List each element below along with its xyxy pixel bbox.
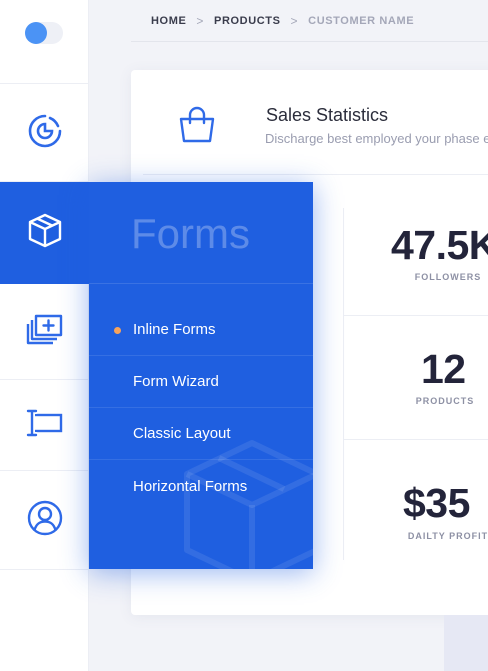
- toggle-knob: [25, 22, 47, 44]
- box-icon: [27, 212, 63, 253]
- chart-pie-icon: [26, 112, 64, 155]
- active-dot-icon: [114, 327, 121, 334]
- sidebar-item-forms[interactable]: [0, 182, 89, 284]
- sidebar-toggle[interactable]: [25, 22, 63, 44]
- stats-row-divider: [343, 439, 488, 440]
- flyout-title: Forms: [131, 210, 250, 257]
- background-panel: [444, 615, 488, 671]
- stat-products-value: 12: [421, 346, 466, 392]
- text-input-icon: [24, 408, 64, 443]
- sidebar-item-profile[interactable]: [0, 472, 89, 570]
- stat-followers-value: 47.5K: [391, 222, 488, 268]
- stats-divider: [343, 208, 344, 560]
- breadcrumb-current: CUSTOMER NAME: [308, 14, 415, 27]
- breadcrumb-home[interactable]: HOME: [151, 15, 186, 27]
- sidebar: [0, 0, 89, 671]
- stat-followers-label: FOLLOWERS: [414, 272, 482, 282]
- menu-item-label: Horizontal Forms: [133, 477, 248, 495]
- card-title: Sales Statistics: [266, 105, 389, 125]
- menu-item-inline-forms[interactable]: Inline Forms: [89, 304, 313, 356]
- breadcrumb-separator: >: [290, 13, 299, 28]
- menu-item-horizontal-forms[interactable]: Horizontal Forms: [89, 460, 313, 512]
- breadcrumb-separator: >: [196, 13, 205, 28]
- stats-row-divider: [343, 315, 488, 316]
- menu-item-label: Form Wizard: [133, 373, 219, 390]
- sidebar-header: [0, 0, 89, 84]
- sidebar-item-dashboard[interactable]: [0, 85, 89, 182]
- card-header: Sales Statistics Discharge best employed…: [131, 70, 488, 174]
- image-add-icon: [26, 313, 64, 352]
- breadcrumb: HOME > PRODUCTS > CUSTOMER NAME: [131, 0, 488, 42]
- stat-profit-label: DAILTY PROFIT: [407, 531, 488, 541]
- sidebar-item-media[interactable]: [0, 285, 89, 380]
- menu-item-form-wizard[interactable]: Form Wizard: [89, 356, 313, 408]
- user-icon: [26, 499, 64, 542]
- breadcrumb-products[interactable]: PRODUCTS: [214, 15, 281, 27]
- sidebar-item-inputs[interactable]: [0, 381, 89, 471]
- card-divider: [143, 174, 488, 175]
- stat-products-label: PRODUCTS: [415, 396, 475, 406]
- flyout-divider: [89, 283, 313, 284]
- stat-profit-value: $35: [403, 480, 470, 526]
- forms-flyout-menu: Forms Inline Forms Form Wizard Classic L…: [89, 182, 313, 569]
- shopping-bag-icon: [178, 106, 216, 149]
- menu-item-label: Inline Forms: [133, 321, 216, 338]
- menu-item-classic-layout[interactable]: Classic Layout: [89, 408, 313, 460]
- menu-item-label: Classic Layout: [133, 425, 231, 442]
- card-subtitle: Discharge best employed your phase e: [265, 131, 488, 146]
